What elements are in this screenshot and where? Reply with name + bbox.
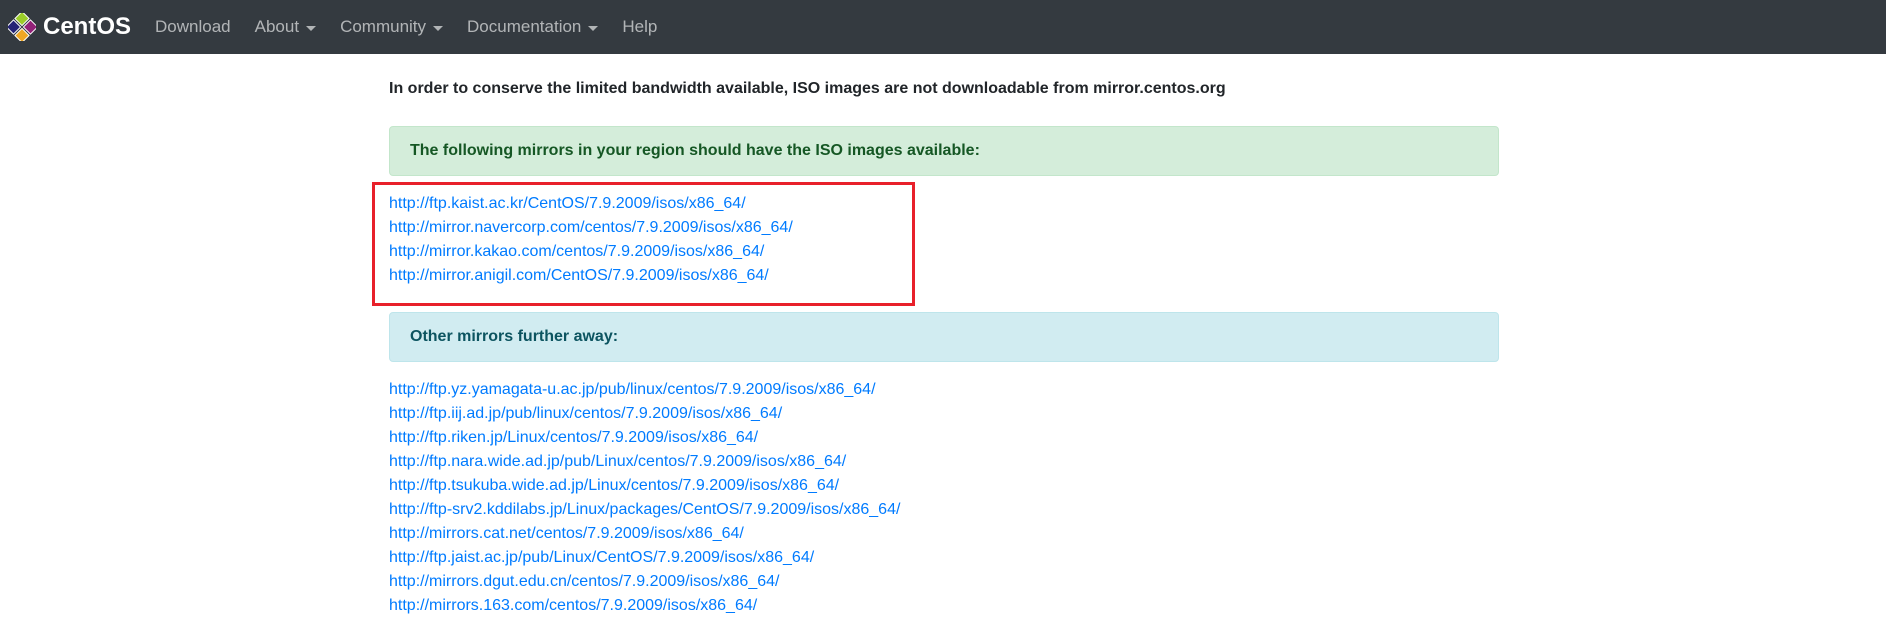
region-mirrors-alert: The following mirrors in your region sho…	[389, 126, 1499, 176]
mirror-link[interactable]: http://ftp.kaist.ac.kr/CentOS/7.9.2009/i…	[389, 195, 746, 212]
list-item: http://ftp.tsukuba.wide.ad.jp/Linux/cent…	[389, 474, 900, 498]
mirror-link[interactable]: http://ftp.tsukuba.wide.ad.jp/Linux/cent…	[389, 477, 839, 494]
main-nav: Download About Community Documentation H…	[147, 0, 673, 54]
nav-download-label: Download	[155, 17, 231, 36]
list-item: http://mirrors.cat.net/centos/7.9.2009/i…	[389, 522, 900, 546]
nav-download[interactable]: Download	[147, 0, 239, 54]
list-item: http://ftp-srv2.kddilabs.jp/Linux/packag…	[389, 498, 900, 522]
nav-community-dropdown[interactable]: Community	[332, 0, 451, 54]
region-mirror-list: http://ftp.kaist.ac.kr/CentOS/7.9.2009/i…	[389, 192, 793, 288]
mirror-link[interactable]: http://mirrors.cat.net/centos/7.9.2009/i…	[389, 525, 744, 542]
mirror-link[interactable]: http://ftp-srv2.kddilabs.jp/Linux/packag…	[389, 501, 900, 518]
list-item: http://mirrors.163.com/centos/7.9.2009/i…	[389, 594, 900, 618]
nav-documentation-label: Documentation	[467, 17, 582, 36]
nav-documentation-dropdown[interactable]: Documentation	[459, 0, 606, 54]
chevron-down-icon	[588, 25, 599, 31]
bandwidth-notice: In order to conserve the limited bandwid…	[389, 80, 1226, 97]
top-navbar: CentOS Download About Community Document…	[0, 0, 1886, 54]
list-item: http://mirror.anigil.com/CentOS/7.9.2009…	[389, 264, 793, 288]
list-item: http://ftp.nara.wide.ad.jp/pub/Linux/cen…	[389, 450, 900, 474]
nav-about-dropdown[interactable]: About	[247, 0, 324, 54]
mirror-link[interactable]: http://ftp.jaist.ac.jp/pub/Linux/CentOS/…	[389, 549, 814, 566]
mirror-link[interactable]: http://mirrors.163.com/centos/7.9.2009/i…	[389, 597, 757, 614]
mirror-link[interactable]: http://ftp.nara.wide.ad.jp/pub/Linux/cen…	[389, 453, 846, 470]
mirror-link[interactable]: http://mirrors.dgut.edu.cn/centos/7.9.20…	[389, 573, 779, 590]
list-item: http://mirror.kakao.com/centos/7.9.2009/…	[389, 240, 793, 264]
mirror-link[interactable]: http://ftp.yz.yamagata-u.ac.jp/pub/linux…	[389, 381, 876, 398]
other-mirrors-alert-text: Other mirrors further away:	[410, 328, 619, 345]
nav-help-label: Help	[622, 17, 658, 36]
mirror-link[interactable]: http://ftp.iij.ad.jp/pub/linux/centos/7.…	[389, 405, 782, 422]
list-item: http://ftp.jaist.ac.jp/pub/Linux/CentOS/…	[389, 546, 900, 570]
list-item: http://mirrors.dgut.edu.cn/centos/7.9.20…	[389, 570, 900, 594]
nav-help[interactable]: Help	[614, 0, 665, 54]
other-mirror-list: http://ftp.yz.yamagata-u.ac.jp/pub/linux…	[389, 378, 900, 618]
brand-name: CentOS	[43, 13, 132, 40]
chevron-down-icon	[306, 25, 317, 31]
region-mirrors-alert-text: The following mirrors in your region sho…	[410, 142, 980, 159]
nav-about-label: About	[254, 17, 300, 36]
list-item: http://mirror.navercorp.com/centos/7.9.2…	[389, 216, 793, 240]
other-mirrors-alert: Other mirrors further away:	[389, 312, 1499, 362]
mirror-link[interactable]: http://mirror.navercorp.com/centos/7.9.2…	[389, 219, 793, 236]
list-item: http://ftp.riken.jp/Linux/centos/7.9.200…	[389, 426, 900, 450]
nav-community-label: Community	[340, 17, 427, 36]
list-item: http://ftp.iij.ad.jp/pub/linux/centos/7.…	[389, 402, 900, 426]
centos-logo-icon	[8, 13, 36, 41]
list-item: http://ftp.yz.yamagata-u.ac.jp/pub/linux…	[389, 378, 900, 402]
chevron-down-icon	[433, 25, 444, 31]
mirror-link[interactable]: http://mirror.kakao.com/centos/7.9.2009/…	[389, 243, 764, 260]
mirror-link[interactable]: http://ftp.riken.jp/Linux/centos/7.9.200…	[389, 429, 758, 446]
list-item: http://ftp.kaist.ac.kr/CentOS/7.9.2009/i…	[389, 192, 793, 216]
brand-home-link[interactable]: CentOS	[8, 0, 131, 54]
mirror-link[interactable]: http://mirror.anigil.com/CentOS/7.9.2009…	[389, 267, 769, 284]
